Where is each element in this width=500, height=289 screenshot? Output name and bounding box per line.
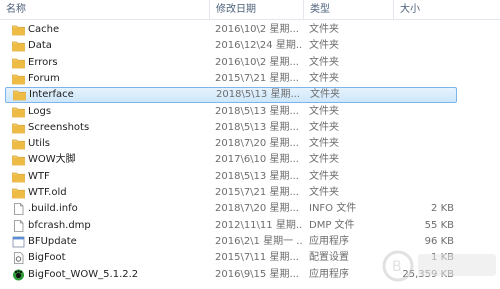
file-row[interactable]: Interface 2018\5\13 星期... 文件夹 [5, 87, 457, 104]
file-name: .build.info [28, 203, 78, 215]
file-type: 文件夹 [309, 138, 339, 150]
file-size [390, 136, 454, 152]
file-name: Utils [28, 138, 51, 150]
file-modified-date: 2018\5\13 星期... [216, 89, 300, 101]
bigfoot-app-icon [12, 269, 25, 281]
file-modified-date: 2017\6\10 星期... [215, 154, 299, 166]
file-row[interactable]: Errors 2016\10\2 星期... 文件夹 [0, 55, 500, 71]
file-type: DMP 文件 [309, 219, 355, 231]
file-name: Forum [28, 72, 60, 84]
file-modified-date: 2018\5\13 星期... [215, 170, 299, 182]
file-type: 文件夹 [309, 105, 339, 117]
file-name: BigFoot_WOW_5.1.2.2 [28, 268, 139, 280]
file-icon [12, 219, 25, 232]
file-name: Logs [28, 105, 52, 117]
file-modified-date: 2016\10\2 星期... [215, 24, 299, 35]
file-row[interactable]: Forum 2015\7\21 星期... 文件夹 [0, 71, 500, 87]
file-name: Data [28, 40, 52, 52]
file-size [390, 185, 454, 201]
file-row[interactable]: .build.info 2018\7\20 星期... INFO 文件 2 KB [0, 201, 500, 217]
folder-icon [13, 89, 26, 101]
file-type: 文件夹 [310, 89, 340, 101]
file-row[interactable]: Screenshots 2018\5\13 星期... 文件夹 [0, 120, 500, 136]
file-size [391, 87, 455, 103]
file-size: 2 KB [431, 203, 454, 215]
column-header-bar: 名称 修改日期 类型 大小 [0, 0, 500, 20]
file-name: BigFoot [28, 252, 66, 264]
folder-icon [12, 154, 25, 166]
file-row[interactable]: Cache 2016\10\2 星期... 文件夹 [0, 22, 500, 38]
file-size [390, 104, 454, 120]
folder-icon [12, 24, 25, 36]
svg-text:B: B [392, 259, 402, 275]
file-modified-date: 2016\12\24 星期... [215, 40, 303, 52]
file-size [390, 22, 454, 38]
folder-icon [12, 40, 25, 52]
file-row[interactable]: WOW大脚 2017\6\10 星期... 文件夹 [0, 152, 500, 168]
folder-icon [12, 187, 25, 199]
file-name: Interface [29, 89, 74, 101]
folder-icon [12, 171, 25, 183]
file-name: WTF [28, 170, 50, 182]
file-type: 文件夹 [309, 170, 339, 182]
column-header-type[interactable]: 类型 [304, 0, 394, 19]
file-type: 文件夹 [309, 187, 339, 198]
app-icon [12, 236, 25, 248]
file-row[interactable]: WTF.old 2015\7\21 星期... 文件夹 [0, 185, 500, 201]
folder-icon [12, 138, 25, 150]
file-name: Cache [28, 24, 60, 35]
column-header-name[interactable]: 名称 [0, 0, 210, 19]
folder-icon [12, 122, 25, 134]
file-icon [12, 203, 25, 216]
file-type: INFO 文件 [309, 203, 357, 215]
file-type: 文件夹 [309, 56, 339, 68]
file-size [390, 55, 454, 71]
file-name: Screenshots [28, 121, 90, 133]
file-type: 文件夹 [309, 24, 339, 35]
file-modified-date: 2018\5\13 星期... [215, 121, 299, 133]
file-modified-date: 2012\11\11 星期... [215, 219, 303, 231]
file-modified-date: 2018\7\20 星期... [215, 203, 299, 215]
file-size: 55 KB [424, 219, 454, 231]
file-name: bfcrash.dmp [28, 219, 91, 231]
file-modified-date: 2018\7\20 星期... [215, 138, 299, 150]
file-size [390, 38, 454, 54]
file-row[interactable]: Data 2016\12\24 星期... 文件夹 [0, 38, 500, 54]
file-row[interactable]: bfcrash.dmp 2012\11\11 星期... DMP 文件 55 KB [0, 218, 500, 234]
file-row[interactable]: Logs 2018\5\13 星期... 文件夹 [0, 104, 500, 120]
file-modified-date: 2015\7\11 星期... [215, 252, 299, 264]
settings-file-icon [12, 252, 25, 265]
folder-icon [12, 73, 25, 85]
file-modified-date: 2016\2\1 星期一 ... [215, 235, 303, 247]
file-row[interactable]: WTF 2018\5\13 星期... 文件夹 [0, 169, 500, 185]
file-type: 文件夹 [309, 154, 339, 166]
folder-icon [12, 57, 25, 69]
file-size [390, 152, 454, 168]
file-modified-date: 2015\7\21 星期... [215, 72, 299, 84]
file-name: Errors [28, 56, 58, 68]
folder-icon [12, 106, 25, 118]
file-row[interactable]: Utils 2018\7\20 星期... 文件夹 [0, 136, 500, 152]
file-name: WTF.old [28, 187, 67, 198]
file-size [390, 71, 454, 87]
file-modified-date: 2015\7\21 星期... [215, 187, 299, 198]
file-modified-date: 2016\10\2 星期... [215, 56, 299, 68]
file-size [390, 169, 454, 185]
file-type: 文件夹 [309, 72, 339, 84]
watermark-logo: B [382, 250, 496, 282]
column-header-date[interactable]: 修改日期 [210, 0, 304, 19]
file-name: WOW大脚 [28, 154, 76, 166]
file-type: 文件夹 [309, 121, 339, 133]
file-modified-date: 2018\5\13 星期... [215, 105, 299, 117]
file-name: BFUpdate [28, 235, 77, 247]
file-size [390, 120, 454, 136]
column-header-size[interactable]: 大小 [394, 0, 500, 19]
file-modified-date: 2016\9\15 星期... [215, 268, 299, 280]
file-type: 文件夹 [309, 40, 339, 52]
